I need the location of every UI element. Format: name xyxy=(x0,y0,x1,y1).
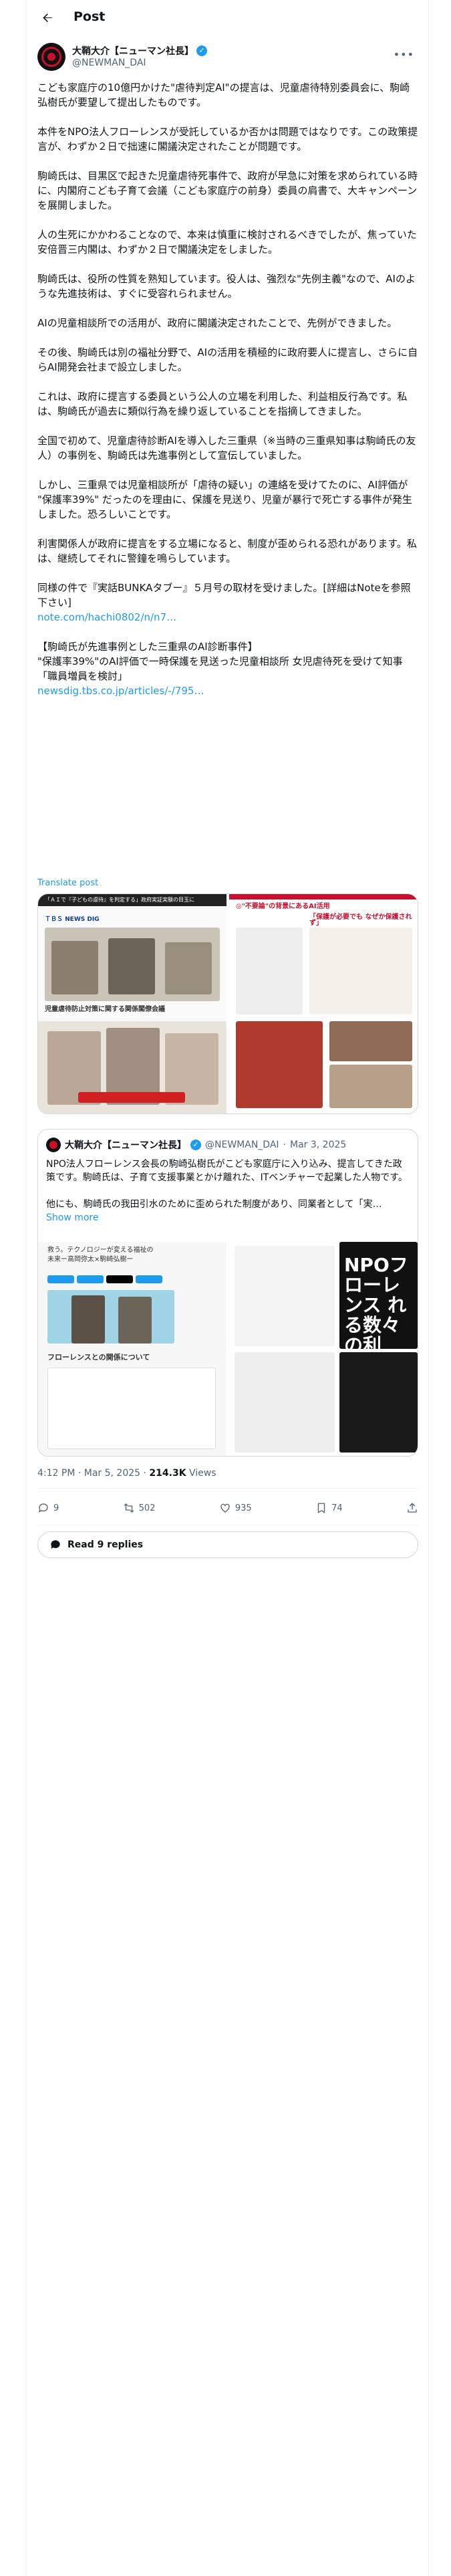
verified-badge-icon: ✓ xyxy=(196,45,207,56)
show-more-link[interactable]: Show more xyxy=(46,1212,99,1223)
share-button[interactable] xyxy=(406,1502,418,1514)
news-link[interactable]: newsdig.tbs.co.jp/articles/-/795… xyxy=(37,685,204,697)
quoted-post-header: 大鞘大介【ニューマン社長】 ✓ @NEWMAN_DAI · Mar 3, 202… xyxy=(46,1138,346,1152)
media-image-left[interactable]: 「ＡＩで『子どもの虐待』を判定する」政府実証実験の目玉に ＴＢＳ NEWS DI… xyxy=(38,894,227,1113)
post-detail-column: Post 大鞘大介【ニューマン社長】 ✓ @NEWMAN_DAI ••• こども… xyxy=(26,0,429,2576)
reply-icon xyxy=(38,1503,48,1513)
view-count: 214.3K xyxy=(149,1468,186,1479)
divider xyxy=(37,1488,418,1489)
post-timestamp[interactable]: 4:12 PM · Mar 5, 2025 · 214.3K Views xyxy=(37,1468,216,1479)
more-options-icon[interactable]: ••• xyxy=(394,48,414,61)
author-handle[interactable]: @NEWMAN_DAI xyxy=(72,58,146,68)
bookmark-icon xyxy=(317,1503,325,1514)
verified-badge-icon: ✓ xyxy=(190,1140,201,1150)
media-image-right[interactable]: ◎"不要論"の背景にあるAI活用 「保護が必要でも なぜか保護されず」 xyxy=(229,894,418,1113)
avatar[interactable] xyxy=(37,43,65,71)
translate-post-link[interactable]: Translate post xyxy=(37,878,98,888)
share-icon xyxy=(408,1503,417,1513)
quoted-post[interactable]: 大鞘大介【ニューマン社長】 ✓ @NEWMAN_DAI · Mar 3, 202… xyxy=(37,1129,418,1457)
action-bar: 9 502 935 74 xyxy=(37,1498,418,1518)
repost-button[interactable]: 502 xyxy=(123,1502,155,1514)
note-link[interactable]: note.com/hachi0802/n/n7… xyxy=(37,611,176,623)
quoted-avatar xyxy=(46,1138,61,1152)
post-author-header: 大鞘大介【ニューマン社長】 ✓ @NEWMAN_DAI ••• xyxy=(37,43,418,75)
heart-icon xyxy=(220,1503,230,1513)
page-title: Post xyxy=(73,9,106,24)
quoted-media[interactable]: 救う。テクノロジーが変える福祉の 未来ー高岡弥太×駒崎弘樹ー フローレンスとの関… xyxy=(38,1242,418,1456)
like-button[interactable]: 935 xyxy=(219,1502,252,1514)
top-bar: Post xyxy=(27,0,430,35)
quoted-post-text: NPO法人フローレンス会長の駒崎弘樹氏がこども家庭庁に入り込み、提言してきた政策… xyxy=(46,1159,408,1223)
arrow-left-icon xyxy=(43,13,52,22)
author-name[interactable]: 大鞘大介【ニューマン社長】 ✓ xyxy=(72,44,207,58)
back-button[interactable] xyxy=(37,8,57,28)
repost-icon xyxy=(124,1503,134,1513)
reply-button[interactable]: 9 xyxy=(37,1502,59,1514)
post-media-grid[interactable]: 「ＡＩで『子どもの虐待』を判定する」政府実証実験の目玉に ＴＢＳ NEWS DI… xyxy=(37,893,418,1114)
chat-bubble-icon xyxy=(51,1540,60,1549)
read-replies-button[interactable]: Read 9 replies xyxy=(37,1531,418,1558)
bookmark-button[interactable]: 74 xyxy=(315,1502,343,1514)
post-text: こども家庭庁の10億円かけた"虐待判定AI"の提言は、児童虐待特別委員会に、駒崎… xyxy=(37,82,418,697)
